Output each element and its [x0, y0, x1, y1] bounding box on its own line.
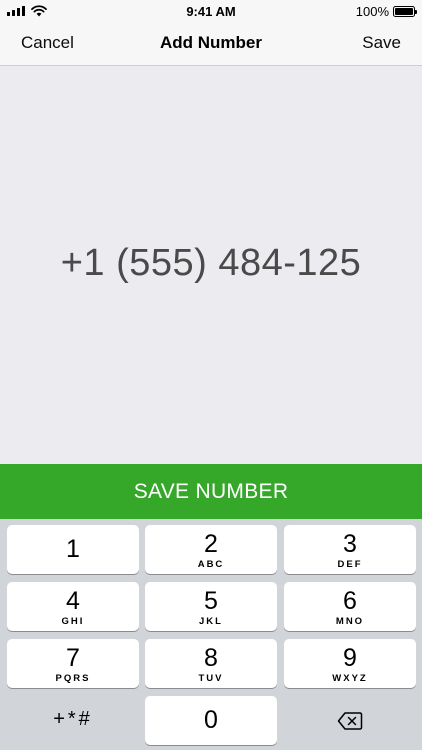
key-digit: 0 — [204, 706, 218, 734]
key-digit: 4 — [66, 587, 80, 615]
key-letters: JKL — [199, 616, 223, 627]
battery-percent: 100% — [355, 4, 389, 19]
backspace-icon — [337, 712, 363, 730]
save-button[interactable]: Save — [362, 33, 401, 53]
key-letters: GHI — [61, 616, 85, 627]
key-0[interactable]: 0 — [145, 696, 277, 745]
key-9[interactable]: 9 WXYZ — [284, 639, 416, 688]
key-digit: 7 — [66, 644, 80, 672]
phone-number-display: +1 (555) 484-125 — [60, 242, 362, 284]
delete-key[interactable] — [284, 696, 416, 745]
symbols-label: +*# — [53, 708, 93, 730]
navigation-bar: Cancel Add Number Save — [0, 22, 422, 66]
key-letters: WXYZ — [332, 673, 368, 684]
key-digit: 6 — [343, 587, 357, 615]
number-display-area: +1 (555) 484-125 — [0, 66, 422, 464]
key-letters: ABC — [197, 559, 225, 570]
key-digit: 3 — [343, 530, 357, 558]
keypad: 1 2 ABC 3 DEF 4 GHI 5 JKL 6 MNO 7 PQRS 8 — [0, 519, 422, 750]
symbols-key[interactable]: +*# — [7, 696, 139, 745]
save-number-label: SAVE NUMBER — [133, 479, 289, 503]
key-digit: 2 — [204, 530, 218, 558]
add-number-screen: 9:41 AM 100% Cancel Add Number Save +1 (… — [0, 0, 422, 750]
battery-icon — [393, 6, 417, 17]
key-4[interactable]: 4 GHI — [7, 582, 139, 631]
key-digit: 5 — [204, 587, 218, 615]
key-digit: 9 — [343, 644, 357, 672]
key-8[interactable]: 8 TUV — [145, 639, 277, 688]
key-letters: MNO — [335, 616, 365, 627]
key-letters: PQRS — [55, 673, 91, 684]
key-2[interactable]: 2 ABC — [145, 525, 277, 574]
status-bar: 9:41 AM 100% — [0, 0, 422, 22]
key-letters: TUV — [198, 673, 224, 684]
key-digit: 1 — [66, 535, 80, 563]
key-7[interactable]: 7 PQRS — [7, 639, 139, 688]
save-number-button[interactable]: SAVE NUMBER — [0, 464, 422, 519]
status-right: 100% — [355, 4, 417, 19]
battery-level-fill — [395, 8, 413, 15]
page-title: Add Number — [160, 33, 262, 52]
key-5[interactable]: 5 JKL — [145, 582, 277, 631]
key-6[interactable]: 6 MNO — [284, 582, 416, 631]
key-1[interactable]: 1 — [7, 525, 139, 574]
key-digit: 8 — [204, 644, 218, 672]
key-3[interactable]: 3 DEF — [284, 525, 416, 574]
key-letters: DEF — [337, 559, 363, 570]
